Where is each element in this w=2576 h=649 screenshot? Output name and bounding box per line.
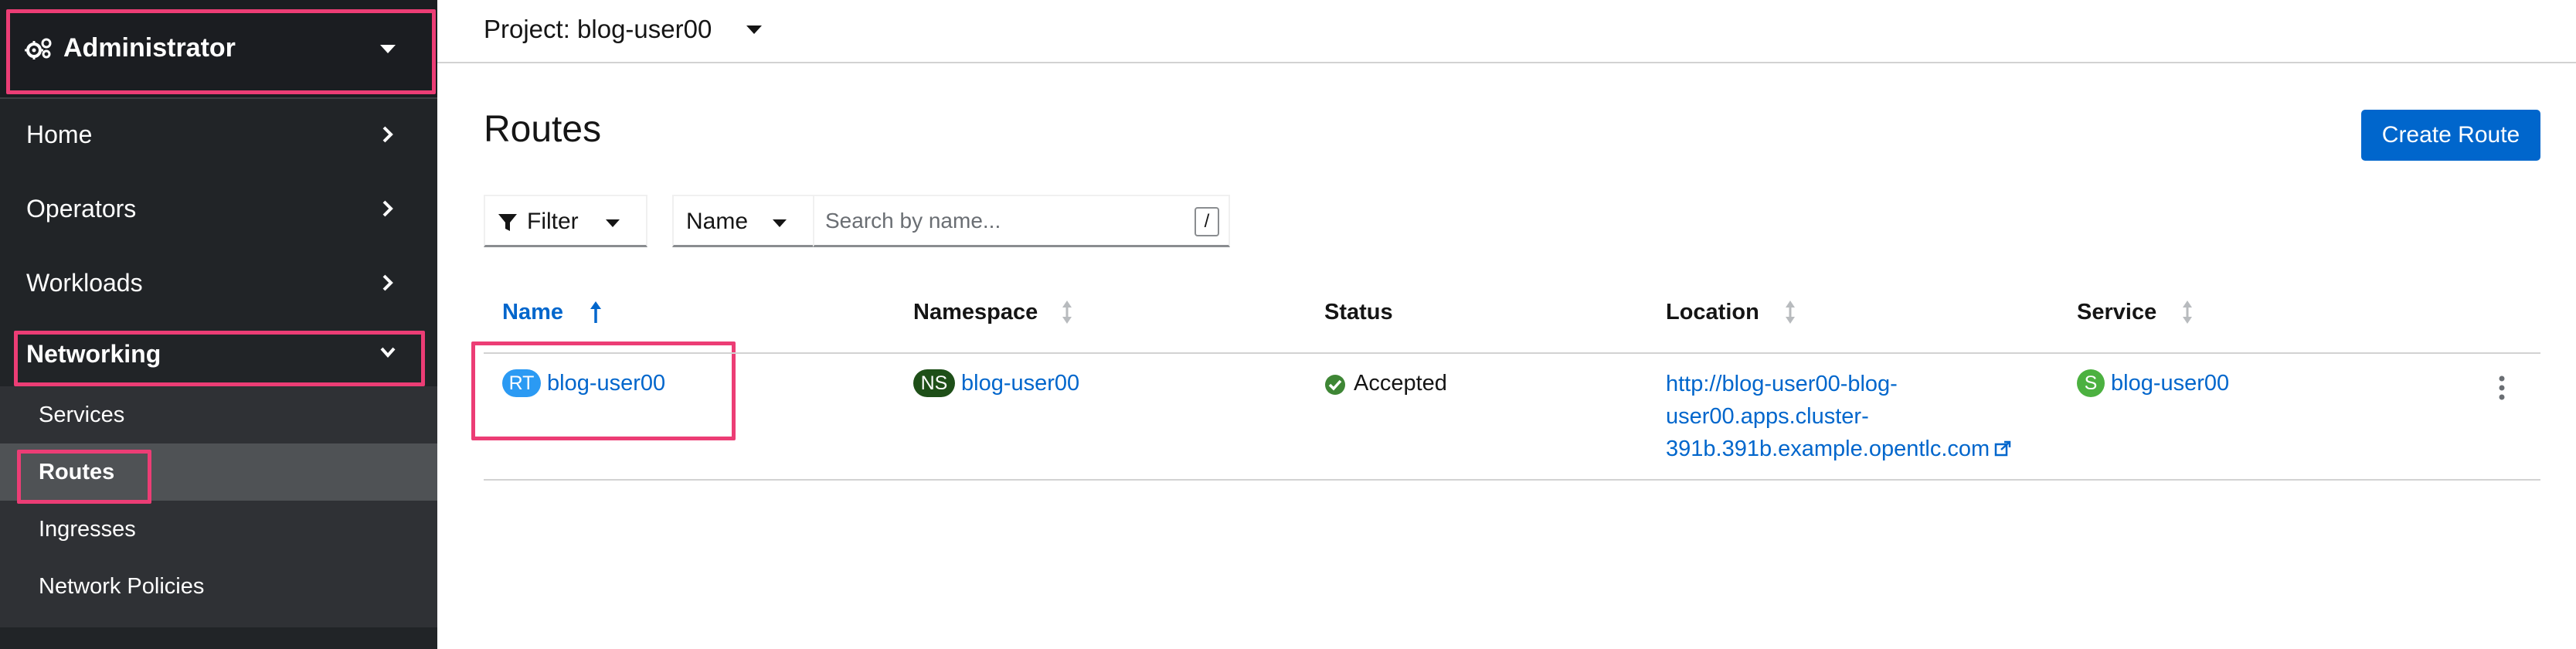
column-header-label: Namespace — [913, 300, 1038, 324]
route-badge: RT — [502, 369, 541, 397]
column-header-label: Name — [502, 300, 563, 324]
sort-icon — [1062, 301, 1072, 324]
sidebar-item-ingresses[interactable]: Ingresses — [0, 501, 437, 558]
location-line: http://blog-user00-blog- — [1666, 372, 1898, 396]
namespace-link[interactable]: blog-user00 — [961, 368, 1079, 399]
sidebar: Administrator Home Operators Workloads N… — [0, 0, 437, 649]
caret-down-icon — [746, 25, 762, 34]
sort-icon — [2183, 301, 2192, 324]
highlight-box-perspective — [6, 9, 436, 94]
service-link[interactable]: blog-user00 — [2111, 368, 2229, 399]
sidebar-item-services[interactable]: Services — [0, 386, 437, 443]
column-header-status: Status — [1324, 300, 1393, 324]
location-line: 391b.391b.example.opentlc.com — [1666, 437, 1990, 461]
sidebar-item-label: Workloads — [26, 269, 143, 297]
sidebar-item-label: Network Policies — [39, 574, 205, 599]
location-line: user00.apps.cluster- — [1666, 404, 1869, 429]
column-header-label: Service — [2077, 300, 2157, 324]
status-text: Accepted — [1354, 371, 1447, 396]
filter-icon — [498, 214, 517, 231]
filter-type-label: Name — [686, 209, 749, 234]
external-link-icon — [1994, 440, 2011, 457]
service-badge: S — [2077, 369, 2105, 397]
sidebar-item-label: Services — [39, 403, 125, 427]
networking-subnav: Services Routes Ingresses Network Polici… — [0, 386, 437, 627]
search-input[interactable] — [813, 195, 1230, 247]
kebab-menu-icon[interactable] — [2496, 374, 2508, 402]
sidebar-item-label: Ingresses — [39, 517, 136, 542]
chevron-right-icon — [382, 126, 393, 143]
column-header-label: Location — [1666, 300, 1759, 324]
keyboard-shortcut-hint: / — [1195, 207, 1219, 236]
filter-dropdown[interactable]: Filter — [484, 195, 647, 247]
project-bar: Project: blog-user00 — [437, 0, 2576, 63]
route-name-link[interactable]: blog-user00 — [547, 368, 665, 399]
caret-down-icon — [606, 219, 620, 227]
sort-ascending-icon — [590, 301, 601, 323]
create-route-button[interactable]: Create Route — [2361, 110, 2540, 161]
table-row-divider — [484, 479, 2540, 481]
location-link[interactable]: http://blog-user00-blog- user00.apps.clu… — [1666, 368, 2011, 465]
sidebar-item-network-policies[interactable]: Network Policies — [0, 558, 437, 615]
caret-down-icon — [773, 219, 787, 227]
project-selector-label: Project: blog-user00 — [484, 15, 712, 43]
sidebar-item-operators[interactable]: Operators — [0, 172, 437, 246]
highlight-box-networking — [14, 331, 425, 386]
filter-type-select[interactable]: Name — [672, 195, 814, 247]
chevron-right-icon — [382, 274, 393, 291]
filter-label: Filter — [527, 209, 579, 234]
page-title: Routes — [484, 109, 602, 150]
check-circle-icon — [1325, 375, 1345, 395]
table-header-divider — [484, 352, 2540, 354]
sidebar-item-workloads[interactable]: Workloads — [0, 246, 437, 320]
sidebar-item-home[interactable]: Home — [0, 97, 437, 172]
highlight-box-routes — [17, 450, 151, 504]
sidebar-item-label: Home — [26, 121, 93, 148]
sort-icon — [1786, 301, 1795, 324]
namespace-badge: NS — [913, 369, 955, 397]
chevron-right-icon — [382, 200, 393, 217]
sidebar-item-label: Operators — [26, 195, 137, 223]
